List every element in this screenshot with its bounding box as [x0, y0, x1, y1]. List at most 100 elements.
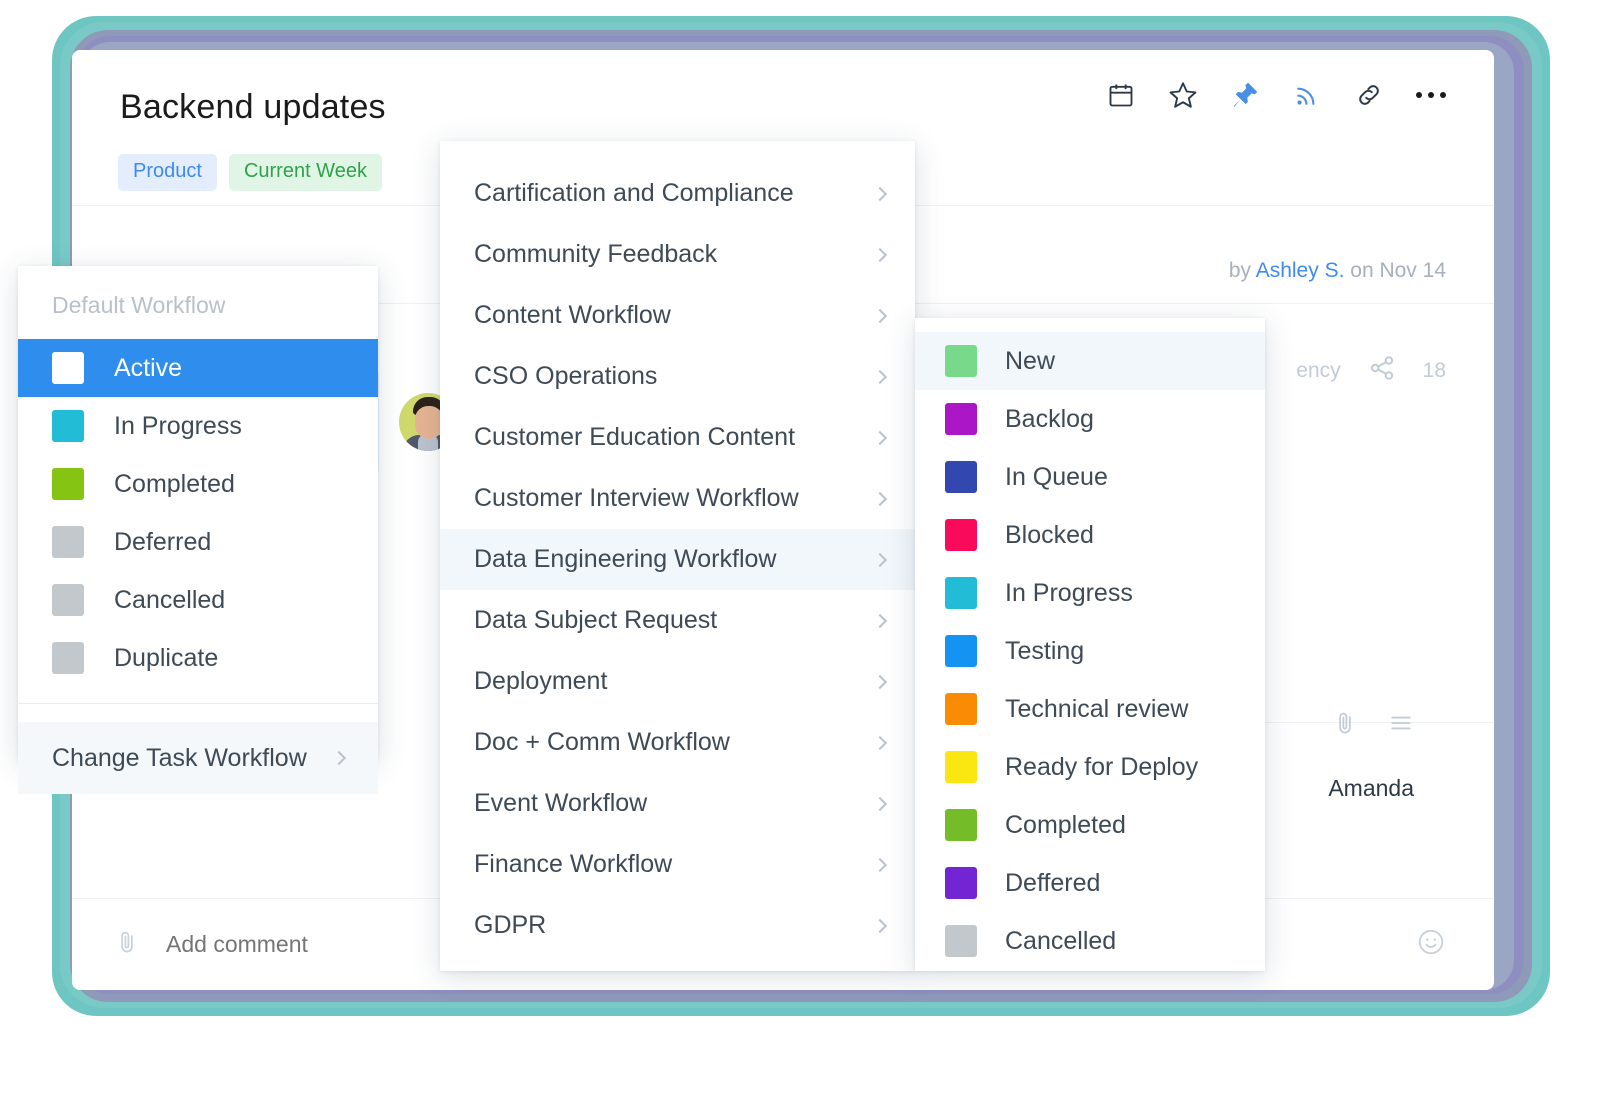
status-submenu-list: New Backlog In Queue Blocked In Progress Test…: [915, 318, 1265, 986]
status-submenu-item-label: Completed: [1005, 810, 1126, 839]
default-workflow-dropdown: Default Workflow Active In Progress Comple…: [18, 266, 378, 794]
status-color-swatch: [945, 809, 977, 841]
chevron-right-icon: [872, 918, 888, 933]
status-color-swatch: [945, 925, 977, 957]
status-submenu-item-label: Testing: [1005, 636, 1085, 665]
workflow-menu-item[interactable]: Content Workflow: [440, 285, 915, 346]
follow-rss-icon[interactable]: [1292, 80, 1322, 110]
status-color-swatch: [945, 751, 977, 783]
status-submenu-item[interactable]: Completed: [915, 796, 1265, 854]
workflow-menu-item[interactable]: Data Subject Request: [440, 590, 915, 651]
workflow-list-menu: Cartification and Compliance Community Fe…: [440, 141, 915, 971]
chevron-right-icon: [872, 674, 888, 689]
chevron-right-icon: [872, 186, 888, 201]
workflow-menu-item-label: CSO Operations: [474, 362, 658, 390]
chevron-right-icon: [331, 750, 347, 766]
paperclip-icon[interactable]: [1332, 710, 1358, 741]
status-color-swatch: [52, 642, 84, 674]
status-submenu-item[interactable]: New: [915, 332, 1265, 390]
comment-paperclip-icon[interactable]: [114, 929, 140, 960]
chevron-right-icon: [872, 247, 888, 262]
default-workflow-caption: Default Workflow: [52, 292, 226, 318]
workflow-menu-item[interactable]: Finance Workflow: [440, 834, 915, 895]
status-submenu-item-label: In Queue: [1005, 462, 1108, 491]
link-icon[interactable]: [1354, 80, 1384, 110]
workflow-menu-item[interactable]: CSO Operations: [440, 346, 915, 407]
workflow-menu-item-label: Data Subject Request: [474, 606, 718, 634]
status-submenu-item[interactable]: In Progress: [915, 564, 1265, 622]
status-submenu-item[interactable]: Ready for Deploy: [915, 738, 1265, 796]
assignee-name: Amanda: [1328, 775, 1414, 801]
default-workflow-item[interactable]: Deferred: [18, 513, 378, 571]
default-workflow-item[interactable]: Active: [18, 339, 378, 397]
byline-author[interactable]: Ashley S.: [1256, 259, 1345, 282]
workflow-menu-item[interactable]: Deployment: [440, 651, 915, 712]
chevron-right-icon: [872, 735, 888, 750]
workflow-menu-item-label: Customer Education Content: [474, 423, 796, 451]
workflow-menu-item-label: Data Engineering Workflow: [474, 545, 777, 573]
byline-prefix: by: [1228, 259, 1252, 282]
workflow-menu-item[interactable]: Community Feedback: [440, 224, 915, 285]
star-icon[interactable]: [1168, 80, 1198, 110]
status-color-swatch: [945, 403, 977, 435]
change-task-workflow-label: Change Task Workflow: [52, 743, 307, 772]
workflow-menu-item-label: Customer Interview Workflow: [474, 484, 799, 512]
workflow-menu-item-label: Deployment: [474, 667, 608, 695]
status-color-swatch: [945, 867, 977, 899]
workflow-menu-item[interactable]: Customer Interview Workflow: [440, 468, 915, 529]
workflow-list: Cartification and Compliance Community Fe…: [440, 141, 915, 976]
tag-current-week[interactable]: Current Week: [228, 154, 382, 191]
chevron-right-icon: [872, 430, 888, 445]
workflow-menu-item-label: Content Workflow: [474, 301, 671, 329]
workflow-menu-item[interactable]: Event Workflow: [440, 773, 915, 834]
status-submenu-item[interactable]: Backlog: [915, 390, 1265, 448]
workflow-menu-item[interactable]: Cartification and Compliance: [440, 163, 915, 224]
workflow-menu-item-label: GDPR: [474, 911, 547, 939]
status-submenu-item[interactable]: Deffered: [915, 854, 1265, 912]
chevron-right-icon: [872, 796, 888, 811]
status-color-swatch: [52, 526, 84, 558]
meta-row: ency 18: [1296, 353, 1446, 389]
default-workflow-item-label: Completed: [114, 469, 235, 498]
status-submenu-item-label: Deffered: [1005, 868, 1101, 897]
workflow-menu-item-label: Community Feedback: [474, 240, 718, 268]
workflow-menu-item[interactable]: Doc + Comm Workflow: [440, 712, 915, 773]
calendar-icon[interactable]: [1106, 80, 1136, 110]
workflow-menu-item[interactable]: GDPR: [440, 895, 915, 956]
byline: by Ashley S. on Nov 14: [1229, 259, 1446, 283]
status-submenu-item-label: In Progress: [1005, 578, 1133, 607]
workflow-menu-item-label: Finance Workflow: [474, 850, 673, 878]
default-workflow-item[interactable]: In Progress: [18, 397, 378, 455]
status-submenu-item[interactable]: Cancelled: [915, 912, 1265, 970]
workflow-menu-item[interactable]: Data Engineering Workflow: [440, 529, 915, 590]
tag-row: Product Current Week: [118, 154, 382, 191]
status-submenu-item[interactable]: In Queue: [915, 448, 1265, 506]
share-icon[interactable]: [1367, 353, 1397, 389]
status-color-swatch: [945, 693, 977, 725]
byline-date: on Nov 14: [1350, 259, 1446, 282]
workflow-status-submenu: New Backlog In Queue Blocked In Progress Test…: [915, 318, 1265, 971]
default-workflow-item[interactable]: Completed: [18, 455, 378, 513]
chevron-right-icon: [872, 308, 888, 323]
more-options-icon[interactable]: [1416, 80, 1446, 110]
chevron-right-icon: [872, 552, 888, 567]
workflow-menu-item-label: Cartification and Compliance: [474, 179, 794, 207]
default-workflow-item[interactable]: Duplicate: [18, 629, 378, 687]
status-submenu-item-label: Backlog: [1005, 404, 1094, 433]
list-view-icon[interactable]: [1386, 710, 1416, 741]
change-task-workflow-item[interactable]: Change Task Workflow: [18, 722, 378, 794]
status-submenu-item-label: Blocked: [1005, 520, 1094, 549]
chevron-right-icon: [872, 491, 888, 506]
header-icon-group: [1106, 80, 1446, 110]
smiley-icon[interactable]: [1416, 927, 1446, 962]
tag-product[interactable]: Product: [118, 154, 217, 191]
status-submenu-item-label: Ready for Deploy: [1005, 752, 1199, 781]
status-color-swatch: [945, 461, 977, 493]
workflow-menu-item[interactable]: Customer Education Content: [440, 407, 915, 468]
default-workflow-item[interactable]: Cancelled: [18, 571, 378, 629]
attachment-actions: [1332, 710, 1416, 741]
status-submenu-item[interactable]: Testing: [915, 622, 1265, 680]
status-submenu-item[interactable]: Technical review: [915, 680, 1265, 738]
status-submenu-item[interactable]: Blocked: [915, 506, 1265, 564]
pin-icon[interactable]: [1230, 80, 1260, 110]
